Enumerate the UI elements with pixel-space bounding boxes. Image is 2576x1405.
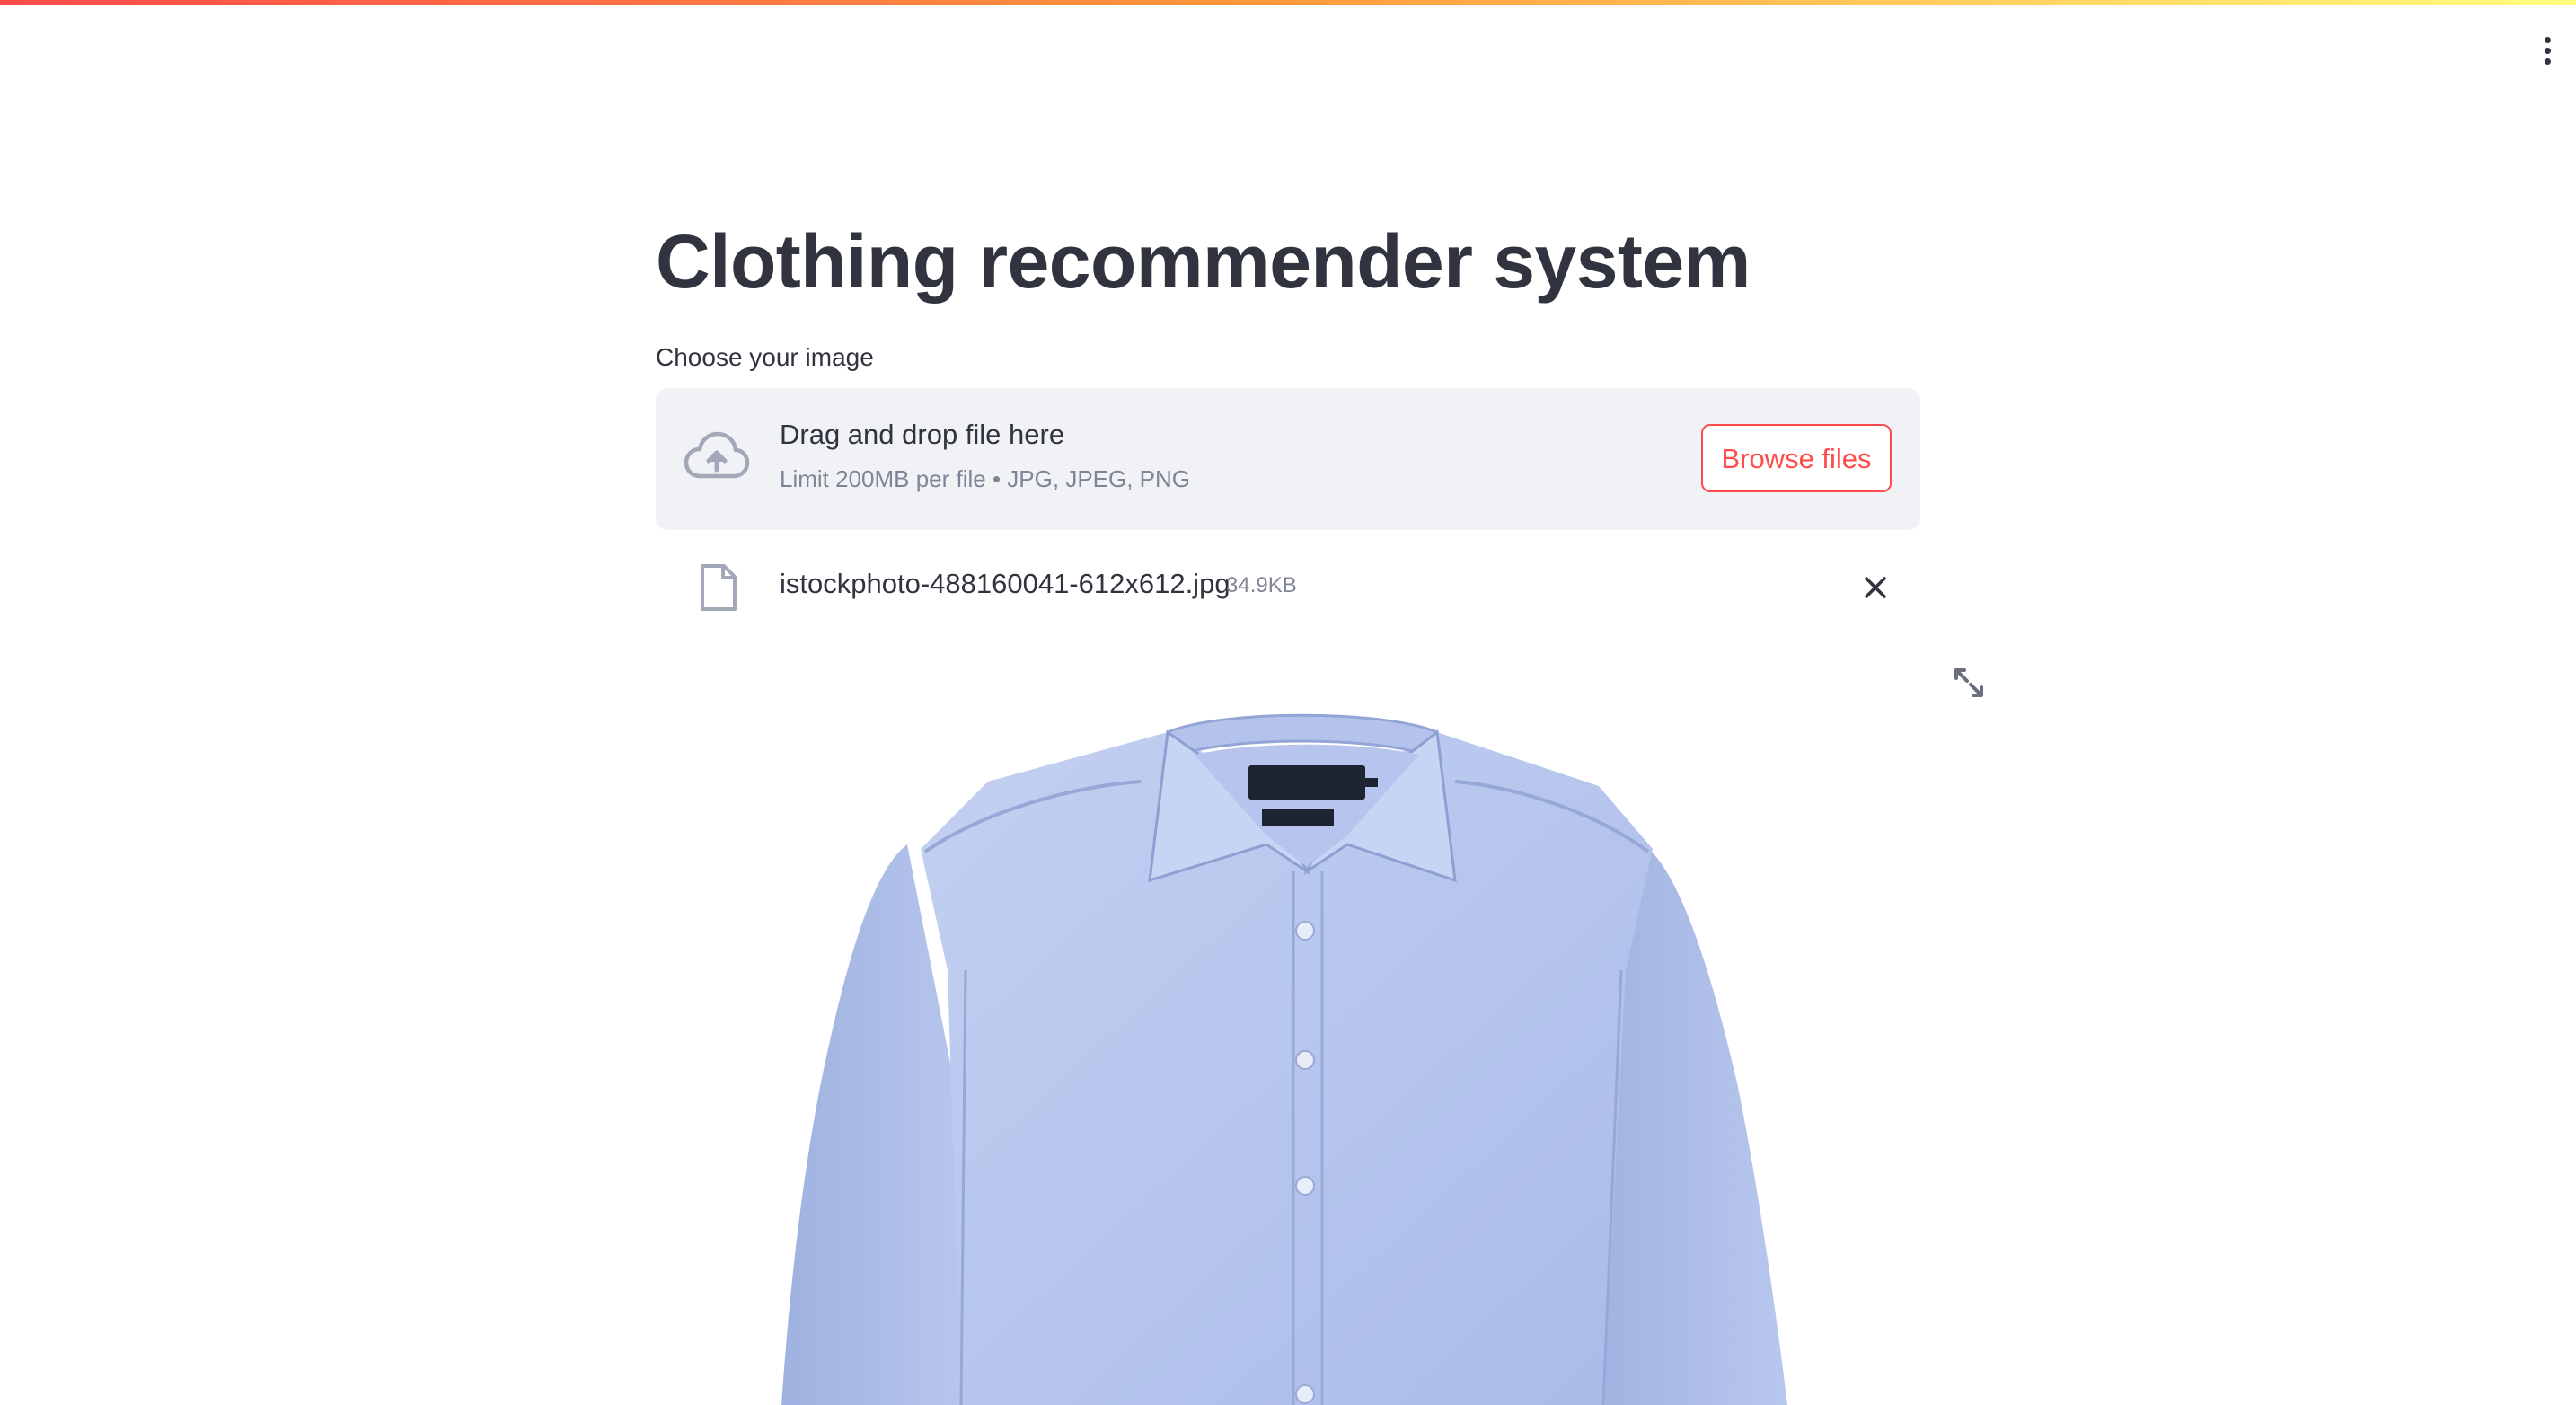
uploaded-file-size: 34.9KB	[1226, 573, 1297, 597]
file-dropzone[interactable]: Drag and drop file here Limit 200MB per …	[656, 388, 1920, 530]
page-title: Clothing recommender system	[656, 219, 1751, 304]
app-page: Clothing recommender system Choose your …	[0, 0, 2576, 1405]
browse-files-button[interactable]: Browse files	[1701, 424, 1892, 492]
uploaded-file-name: istockphoto-488160041-612x612.jpg	[780, 568, 1231, 599]
uploaded-shirt-image	[781, 713, 1787, 1405]
fullscreen-icon[interactable]	[1951, 665, 1987, 701]
close-icon[interactable]	[1857, 570, 1893, 605]
cloud-upload-icon	[684, 431, 750, 479]
file-uploader-label: Choose your image	[656, 343, 874, 371]
upload-limit-text: Limit 200MB per file • JPG, JPEG, PNG	[780, 465, 1191, 492]
file-icon	[701, 564, 737, 611]
drop-instructions: Drag and drop file here	[780, 419, 1065, 450]
top-decoration-bar	[0, 0, 2576, 5]
vertical-ellipsis-icon	[2544, 36, 2551, 43]
main-menu-button[interactable]	[2529, 32, 2565, 68]
uploaded-file-row: istockphoto-488160041-612x612.jpg 34.9KB	[656, 557, 1920, 616]
